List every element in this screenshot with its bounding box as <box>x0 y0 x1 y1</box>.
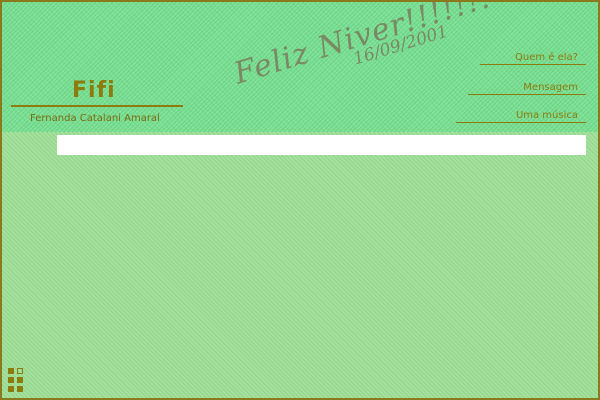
header-banner: Fifi Fernanda Catalani Amaral Feliz Nive… <box>2 2 598 132</box>
brand-name: Fifi <box>72 78 116 103</box>
content-bar <box>57 135 586 155</box>
nav-link-mensagem[interactable]: Mensagem <box>468 82 586 95</box>
nav-link-uma-musica[interactable]: Uma música <box>456 110 586 123</box>
nav-link-quem-e-ela[interactable]: Quem é ela? <box>480 52 586 65</box>
page-frame: Fifi Fernanda Catalani Amaral Feliz Nive… <box>0 0 600 400</box>
brand-divider <box>11 105 183 107</box>
brand-subtitle: Fernanda Catalani Amaral <box>30 113 160 124</box>
grid-squares-icon <box>8 368 24 392</box>
greeting-banner: Feliz Niver!!!!!!! 16/09/2001 <box>230 2 497 91</box>
